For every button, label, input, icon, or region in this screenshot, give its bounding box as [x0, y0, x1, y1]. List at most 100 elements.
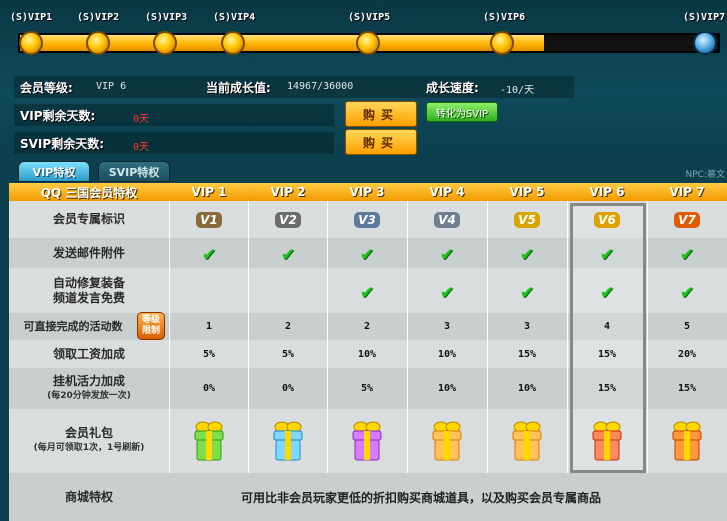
gift-cell	[569, 409, 645, 473]
value-cell: 5%	[360, 383, 374, 394]
gift-cell	[171, 409, 247, 473]
gift-cell	[329, 409, 405, 473]
gift-box-icon	[432, 421, 462, 461]
value-cell: 0%	[281, 383, 295, 394]
check-cell	[171, 268, 247, 313]
value-cell: 1	[205, 321, 213, 332]
member-level-value: VIP 6	[96, 81, 127, 92]
vip-badge-cell: V1	[171, 201, 247, 238]
speed-label: 成长速度:	[426, 81, 479, 95]
vip-badge-cell: V6	[569, 201, 645, 238]
value-cell: 3	[443, 321, 451, 332]
speed-value: -10/天	[500, 85, 535, 96]
gift-box-icon	[592, 421, 622, 461]
check-icon: ✔	[360, 278, 374, 303]
gift-box-icon	[352, 421, 382, 461]
level-node	[19, 31, 43, 55]
check-cell: ✔	[409, 238, 485, 268]
check-cell: ✔	[489, 238, 565, 268]
row-sublabel: (每月可领取1次，1号刷新)	[33, 443, 145, 453]
npc-label: NPC:慕文	[685, 170, 725, 180]
column-divider	[169, 201, 170, 473]
value-cell: 5	[683, 321, 691, 332]
tick-label: (S)VIP6	[483, 12, 526, 23]
row-label-group: 挂机活力加成 (每20分钟发放一次)	[9, 368, 169, 409]
tick-label: (S)VIP2	[77, 12, 120, 23]
row-label: 挂机活力加成	[52, 373, 125, 388]
check-icon: ✔	[202, 241, 216, 265]
vip-progress-panel: (S)VIP1 (S)VIP2 (S)VIP3 (S)VIP4 (S)VIP5 …	[0, 0, 727, 158]
vip-days-value: 0天	[133, 114, 150, 125]
column-header: VIP 3	[349, 185, 385, 199]
check-cell: ✔	[649, 238, 725, 268]
check-cell: ✔	[489, 268, 565, 313]
check-icon: ✔	[440, 278, 454, 303]
tab-svip[interactable]: SVIP特权	[98, 161, 170, 182]
vip-badge-cell: V7	[649, 201, 725, 238]
value-cell: 15%	[517, 348, 537, 360]
buy-vip-button[interactable]: 购买	[345, 101, 417, 127]
vip-badge-icon: V1	[196, 211, 222, 228]
vip-badge-icon: V2	[275, 211, 301, 228]
row-label: 会员专属标识	[52, 212, 125, 226]
value-cell: 20%	[677, 348, 697, 360]
value-cell: 2	[363, 321, 371, 332]
value-cell: 3	[523, 321, 531, 332]
level-node	[221, 31, 245, 55]
column-header: VIP 1	[191, 185, 227, 199]
privilege-table: QQ 三国会员特权 VIP 1 VIP 2 VIP 3 VIP 4 VIP 5 …	[9, 183, 727, 521]
column-header: VIP 5	[509, 185, 545, 199]
level-limit-badge: 等级限制	[137, 312, 165, 340]
growth-value: 14967/36000	[287, 81, 354, 92]
check-cell: ✔	[569, 268, 645, 313]
gift-box-icon	[273, 421, 303, 461]
row-label: 自动修复装备	[52, 275, 125, 290]
svip-days-label: SVIP剩余天数:	[20, 137, 104, 151]
shop-privilege-text: 可用比非会员玩家更低的折扣购买商城道具，以及购买会员专属商品	[241, 491, 602, 505]
gift-cell	[649, 409, 725, 473]
gift-box-icon	[194, 421, 224, 461]
check-cell: ✔	[329, 238, 405, 268]
check-cell: ✔	[329, 268, 405, 313]
tick-label: (S)VIP5	[348, 12, 391, 23]
tab-vip[interactable]: VIP特权	[18, 161, 90, 182]
value-cell: 0%	[202, 383, 216, 394]
row-label: 商城特权	[64, 489, 113, 504]
gift-box-icon	[512, 421, 542, 461]
table-title: QQ 三国会员特权	[40, 185, 138, 200]
buy-svip-button[interactable]: 购买	[345, 129, 417, 155]
column-divider	[407, 201, 408, 473]
row-label-group: 自动修复装备 频道发言免费	[9, 268, 169, 313]
convert-svip-button[interactable]: 转化为SVIP	[426, 102, 498, 122]
growth-label: 当前成长值:	[206, 81, 271, 95]
column-header: VIP 2	[270, 185, 306, 199]
tick-label: (S)VIP1	[10, 12, 53, 23]
row-label: 会员礼包	[64, 426, 113, 440]
vip-days-label: VIP剩余天数:	[20, 109, 96, 123]
level-node	[356, 31, 380, 55]
value-cell: 5%	[281, 348, 295, 360]
row-sublabel: (每20分钟发放一次)	[47, 390, 131, 401]
vip-badge-icon: V6	[594, 211, 620, 228]
vip-badge-cell: V5	[489, 201, 565, 238]
column-divider	[567, 201, 568, 473]
check-cell: ✔	[250, 238, 326, 268]
value-cell: 10%	[517, 383, 537, 394]
tick-label: (S)VIP7	[683, 12, 726, 23]
gift-cell	[489, 409, 565, 473]
check-cell: ✔	[649, 268, 725, 313]
column-divider	[327, 201, 328, 473]
vip-badge-icon: V7	[674, 211, 700, 228]
check-icon: ✔	[281, 241, 295, 265]
level-node-current-end	[693, 31, 717, 55]
column-header: VIP 6	[589, 185, 625, 199]
vip-badge-cell: V3	[329, 201, 405, 238]
gift-cell	[409, 409, 485, 473]
value-cell: 10%	[437, 383, 457, 394]
check-icon: ✔	[360, 241, 374, 265]
row-label-group: 会员礼包 (每月可领取1次，1号刷新)	[9, 409, 169, 473]
check-icon: ✔	[600, 278, 614, 303]
check-cell: ✔	[569, 238, 645, 268]
level-node	[153, 31, 177, 55]
row-label: 可直接完成的活动数	[23, 320, 123, 333]
